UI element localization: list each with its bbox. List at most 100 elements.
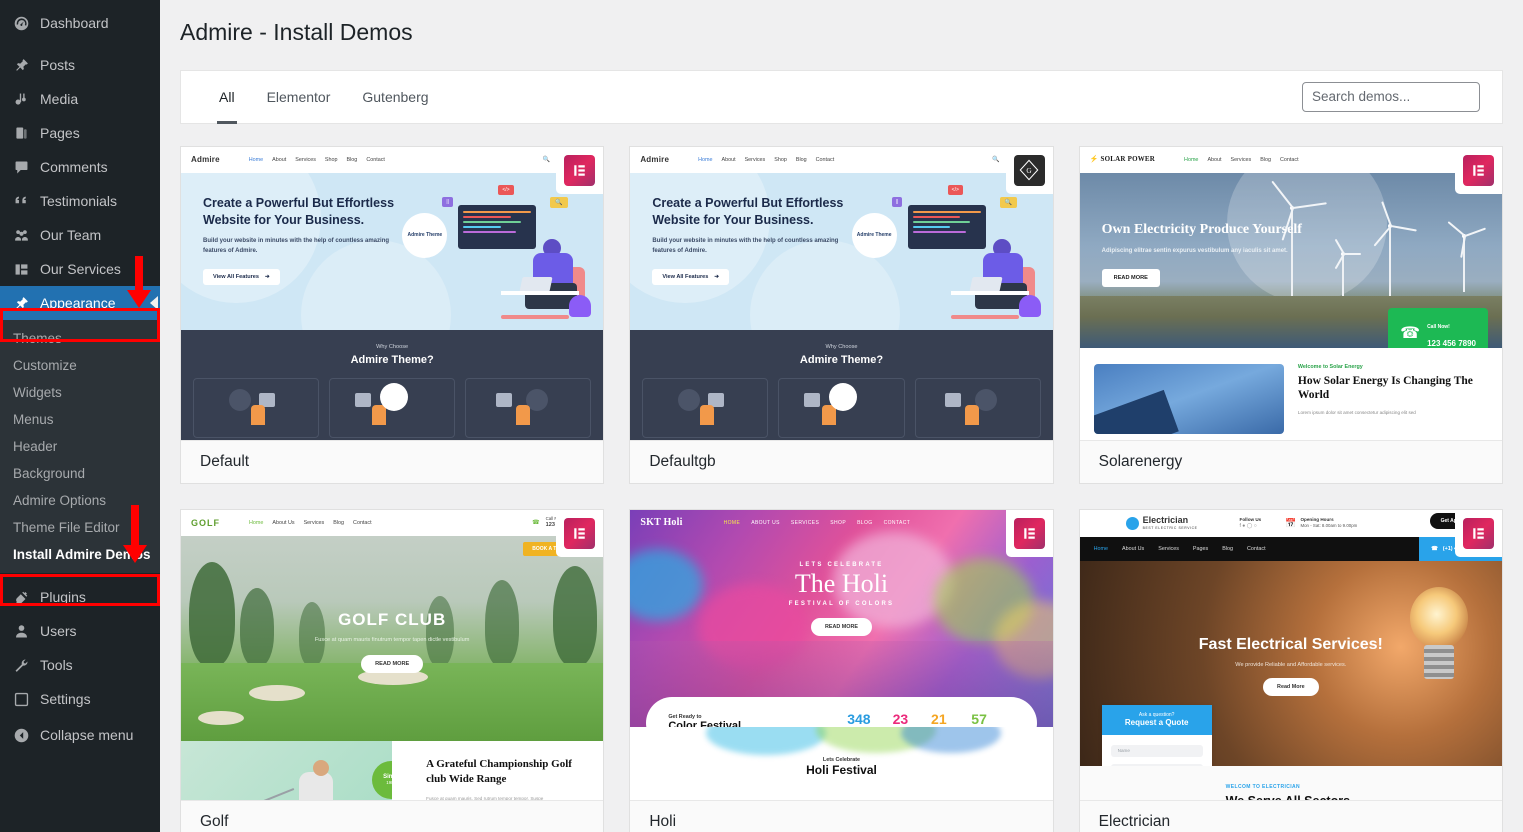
mini-nav-link: About Us xyxy=(1122,545,1145,552)
mini-nav-links: Home About Services Shop Blog Contact xyxy=(249,157,385,163)
sidebar-item-testimonials[interactable]: Testimonials xyxy=(0,184,160,218)
mini-hero-sub: FESTIVAL OF COLORS xyxy=(788,601,895,608)
mini-nav-links: Home About Services Shop Blog Contact xyxy=(698,157,834,163)
demo-card-solarenergy[interactable]: ⚡ SOLAR POWER Home About Services Blog C… xyxy=(1078,145,1503,484)
demo-card-electrician[interactable]: Electrician BEST ELECTRIC SERVICE Follow… xyxy=(1078,508,1503,832)
sidebar-item-appearance[interactable]: Appearance xyxy=(0,286,160,320)
demo-card-defaultgb[interactable]: Admire Home About Services Shop Blog Con… xyxy=(629,145,1054,484)
comment-icon xyxy=(11,157,31,177)
main-content: Admire - Install Demos All Elementor Gut… xyxy=(160,0,1523,832)
search-input[interactable] xyxy=(1302,81,1480,112)
elementor-badge xyxy=(556,509,604,557)
sidebar-item-users[interactable]: Users xyxy=(0,614,160,648)
sidebar-item-customize[interactable]: Customize xyxy=(0,352,160,379)
sidebar-item-plugins[interactable]: Plugins xyxy=(0,580,160,614)
mini-quote-form: Ask a question? Request a Quote Name Ema… xyxy=(1101,704,1212,766)
sidebar-item-header[interactable]: Header xyxy=(0,433,160,460)
sidebar-item-admire-options[interactable]: Admire Options xyxy=(0,487,160,514)
mini-site-preview: Admire Home About Services Shop Blog Con… xyxy=(181,146,604,440)
mini-hero-heading: Fast Electrical Services! xyxy=(1198,635,1383,653)
mini-lower-kicker: WELCOM TO ELECTRICIAN xyxy=(1225,783,1301,790)
mini-nav-links: Home About Services Blog Contact xyxy=(1184,157,1299,163)
sidebar-item-our-team[interactable]: Our Team xyxy=(0,218,160,252)
mini-hero-button: Read More xyxy=(1263,678,1319,697)
mini-lower-section: WELCOM TO ELECTRICIAN We Serve All Secto… xyxy=(1079,765,1502,800)
mini-section-heading: Admire Theme? xyxy=(350,353,434,366)
mini-nav: GOLF Home About Us Services Blog Contact… xyxy=(181,509,604,536)
mini-hero: Create a Powerful But Effortless Website… xyxy=(181,172,604,330)
sidebar-item-menus[interactable]: Menus xyxy=(0,406,160,433)
demo-card-footer: Defaultgb xyxy=(630,439,1053,483)
mini-tag-red: </> xyxy=(498,184,514,195)
collapse-menu-button[interactable]: Collapse menu xyxy=(0,718,160,752)
wind-turbine xyxy=(1333,238,1362,298)
mini-hero-text: Fusce at quam mauris finutrum tempor tap… xyxy=(314,636,470,643)
demo-title: Holi xyxy=(649,812,677,830)
mini-logo: Admire xyxy=(640,155,670,165)
mini-nav-link: BLOG xyxy=(857,519,873,526)
mini-nav-link: Home xyxy=(1184,156,1199,163)
demo-card-default[interactable]: Admire Home About Services Shop Blog Con… xyxy=(180,145,605,484)
mini-nav: Admire Home About Services Shop Blog Con… xyxy=(630,146,1053,173)
mini-lower-text: Fusce at quam mauris. Sed rutrum tempor … xyxy=(426,795,544,800)
demo-card-holi[interactable]: SKT Holi HOME ABOUT US SERVICES SHOP BLO… xyxy=(629,508,1054,832)
media-icon xyxy=(11,89,31,109)
calendar-icon: 📅 xyxy=(1285,517,1297,528)
mini-lower-heading: We Serve All Sectors xyxy=(1226,794,1490,800)
sidebar-item-tools[interactable]: Tools xyxy=(0,648,160,682)
mini-logo: GOLF xyxy=(191,517,220,528)
demo-thumbnail: Admire Home About Services Shop Blog Con… xyxy=(181,146,604,440)
sidebar-item-dashboard[interactable]: Dashboard xyxy=(0,6,160,40)
mini-lower-section: Lets Celebrate Holi Festival xyxy=(630,726,1053,800)
sidebar-item-settings[interactable]: Settings xyxy=(0,682,160,716)
mini-nav-link: Contact xyxy=(353,519,372,526)
mini-hero-heading: Create a Powerful But Effortless Website… xyxy=(652,195,844,228)
mini-hero: Create a Powerful But Effortless Website… xyxy=(630,172,1053,330)
mini-nav-link: Pages xyxy=(1192,545,1209,552)
demo-title: Default xyxy=(200,452,250,470)
demo-title: Solarenergy xyxy=(1098,452,1183,470)
sidebar-item-widgets[interactable]: Widgets xyxy=(0,379,160,406)
demo-thumbnail: Admire Home About Services Shop Blog Con… xyxy=(630,146,1053,440)
tab-gutenberg[interactable]: Gutenberg xyxy=(346,70,444,124)
tab-all[interactable]: All xyxy=(203,70,251,124)
mini-section-kicker: Why Choose xyxy=(376,343,409,350)
sidebar-item-theme-file-editor[interactable]: Theme File Editor xyxy=(0,514,160,541)
countdown-unit: 21 Minutes xyxy=(931,711,947,727)
sidebar-item-pages[interactable]: Pages xyxy=(0,116,160,150)
mini-hero: Own Electricity Produce Yourself Adipisc… xyxy=(1079,172,1502,348)
mini-hero: BOOK A TEE TIME GOLF CLUB Fusce at quam … xyxy=(181,535,604,741)
sidebar-item-posts[interactable]: Posts xyxy=(0,48,160,82)
phone-icon: ☎ xyxy=(1431,545,1438,552)
appearance-submenu: Themes Customize Widgets Menus Header Ba… xyxy=(0,320,160,573)
sidebar-item-our-services[interactable]: Our Services xyxy=(0,252,160,286)
search-icon: 🔍 xyxy=(542,157,551,164)
mini-nav-link: Contact xyxy=(1280,156,1299,163)
mini-nav-link: Home xyxy=(249,519,264,526)
tab-elementor[interactable]: Elementor xyxy=(251,70,347,124)
demo-card-golf[interactable]: GOLF Home About Us Services Blog Contact… xyxy=(180,508,605,832)
page-title: Admire - Install Demos xyxy=(180,19,413,45)
sidebar-item-background[interactable]: Background xyxy=(0,460,160,487)
mini-site-preview: GOLF Home About Us Services Blog Contact… xyxy=(181,509,604,800)
mini-nav-link: Services xyxy=(303,519,325,526)
collapse-icon xyxy=(11,725,31,745)
mini-solar-panel-image xyxy=(1093,363,1284,434)
sidebar-item-comments[interactable]: Comments xyxy=(0,150,160,184)
mini-lower-heading: How Solar Energy Is Changing The World xyxy=(1297,374,1473,402)
grid-icon xyxy=(11,259,31,279)
sidebar-item-label: Settings xyxy=(40,691,91,707)
collapse-menu-label: Collapse menu xyxy=(40,727,134,743)
quote-title: Request a Quote xyxy=(1124,717,1189,727)
plug-icon xyxy=(11,587,31,607)
sidebar-item-label: Plugins xyxy=(40,589,86,605)
mini-hero-text: We provide Reliable and Affordable servi… xyxy=(1235,662,1347,669)
mini-illustration-person xyxy=(947,233,1041,319)
sidebar-item-install-admire-demos[interactable]: Install Admire Demos xyxy=(0,541,160,568)
mini-hero-heading: GOLF CLUB xyxy=(338,609,447,629)
demo-thumbnail: ⚡ SOLAR POWER Home About Services Blog C… xyxy=(1079,146,1502,440)
mini-hero-text: Build your website in minutes with the h… xyxy=(652,238,839,254)
sidebar-item-themes[interactable]: Themes xyxy=(0,325,160,352)
sidebar-item-media[interactable]: Media xyxy=(0,82,160,116)
mini-nav-link: Contact xyxy=(815,156,835,163)
